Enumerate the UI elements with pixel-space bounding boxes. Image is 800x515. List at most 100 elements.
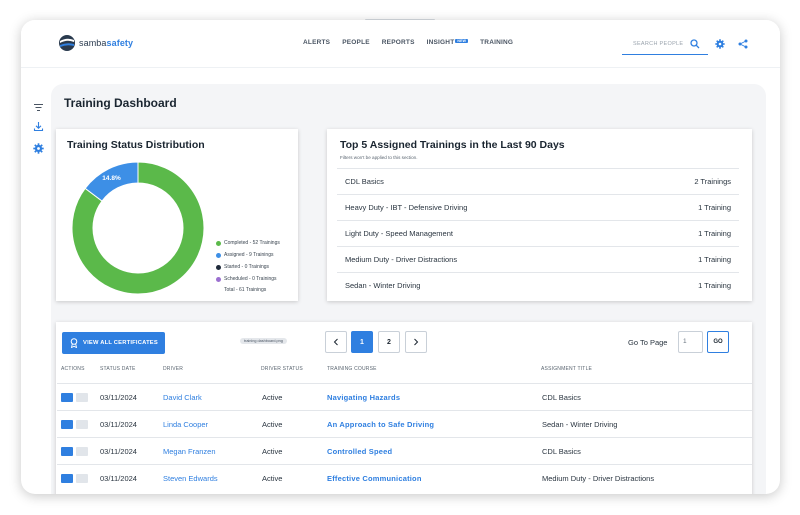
table-row: 03/11/2024 Megan Franzen Active Controll… bbox=[57, 437, 752, 464]
delete-action-icon[interactable] bbox=[76, 420, 88, 429]
col-header-assignment-title: ASSIGNMENT TITLE bbox=[541, 366, 593, 372]
driver-link[interactable]: Steven Edwards bbox=[163, 474, 218, 483]
search-people-field[interactable]: SEARCH PEOPLE bbox=[622, 34, 708, 55]
training-count: 1 Training bbox=[698, 203, 731, 212]
status-card-title: Training Status Distribution bbox=[67, 139, 205, 151]
status-date-cell: 03/11/2024 bbox=[100, 393, 137, 402]
email-action-icon[interactable] bbox=[61, 393, 73, 402]
legend-scheduled: Scheduled - 0 Trainings bbox=[216, 273, 280, 285]
page-title: Training Dashboard bbox=[64, 96, 177, 110]
top5-row: Light Duty - Speed Management 1 Training bbox=[337, 220, 739, 246]
top5-card-title: Top 5 Assigned Trainings in the Last 90 … bbox=[340, 139, 565, 151]
certificates-label: VIEW ALL CERTIFICATES bbox=[83, 340, 158, 346]
top5-row: Sedan - Winter Driving 1 Training bbox=[337, 272, 739, 298]
assignment-title-cell: CDL Basics bbox=[542, 447, 581, 456]
driver-link[interactable]: Megan Franzen bbox=[163, 447, 216, 456]
search-placeholder: SEARCH PEOPLE bbox=[633, 41, 684, 47]
status-donut-chart: 85.2%14.8% bbox=[72, 162, 204, 294]
nav-insight-label: INSIGHT bbox=[426, 39, 455, 46]
brand-name: sambasafety bbox=[79, 38, 134, 48]
driver-link[interactable]: Linda Cooper bbox=[163, 420, 208, 429]
insight-new-badge: NEW bbox=[455, 39, 469, 43]
email-action-icon[interactable] bbox=[61, 474, 73, 483]
top5-row: Medium Duty - Driver Distractions 1 Train… bbox=[337, 246, 739, 272]
training-course-link[interactable]: Controlled Speed bbox=[327, 447, 392, 456]
training-course-link[interactable]: An Approach to Safe Driving bbox=[327, 420, 434, 429]
col-header-status-date: STATUS DATE bbox=[100, 366, 136, 372]
app-window: sambasafety ALERTS PEOPLE REPORTS INSIGH… bbox=[21, 20, 780, 494]
prev-page-button[interactable] bbox=[325, 331, 347, 353]
nav-reports[interactable]: REPORTS bbox=[382, 39, 415, 46]
top-navigation: sambasafety ALERTS PEOPLE REPORTS INSIGH… bbox=[21, 20, 780, 68]
brand-logo[interactable]: sambasafety bbox=[59, 34, 133, 52]
assignment-title-cell: Sedan - Winter Driving bbox=[542, 420, 618, 429]
legend-dot bbox=[216, 264, 221, 270]
driver-status-cell: Active bbox=[262, 474, 283, 483]
driver-status-cell: Active bbox=[262, 447, 283, 456]
training-name: Sedan - Winter Driving bbox=[345, 281, 421, 290]
status-date-cell: 03/11/2024 bbox=[100, 447, 137, 456]
nav-alerts[interactable]: ALERTS bbox=[303, 39, 330, 46]
go-to-page-input[interactable]: 1 bbox=[678, 331, 703, 353]
training-name: CDL Basics bbox=[345, 177, 384, 186]
delete-action-icon[interactable] bbox=[76, 474, 88, 483]
legend-label: Started - 0 Trainings bbox=[224, 264, 270, 270]
email-action-icon[interactable] bbox=[61, 447, 73, 456]
share-icon[interactable] bbox=[738, 39, 748, 49]
training-course-link[interactable]: Navigating Hazards bbox=[327, 393, 400, 402]
legend-dot bbox=[216, 276, 221, 282]
nav-training[interactable]: TRAINING bbox=[480, 39, 513, 46]
donut-label-assigned: 14.8% bbox=[102, 175, 121, 182]
legend-completed: Completed - 52 Trainings bbox=[216, 237, 280, 249]
delete-action-icon[interactable] bbox=[76, 447, 88, 456]
col-header-driver: DRIVER bbox=[163, 366, 184, 372]
page-1-button[interactable]: 1 bbox=[351, 331, 373, 353]
status-date-cell: 03/11/2024 bbox=[100, 474, 137, 483]
legend-label: Assigned - 9 Trainings bbox=[224, 252, 274, 258]
training-course-link[interactable]: Effective Communication bbox=[327, 474, 422, 483]
certificate-icon bbox=[70, 338, 78, 348]
legend-label: Completed - 52 Trainings bbox=[224, 240, 280, 246]
gear-icon[interactable] bbox=[715, 39, 725, 49]
legend-dot bbox=[216, 240, 221, 246]
chevron-left-icon bbox=[333, 338, 338, 346]
status-legend: Completed - 52 Trainings Assigned - 9 Tr… bbox=[216, 237, 280, 293]
samba-logo-icon bbox=[59, 35, 75, 51]
training-count: 1 Training bbox=[698, 281, 731, 290]
table-row: 03/11/2024 David Clark Active Navigating… bbox=[57, 383, 752, 410]
col-header-training-course: TRAINING COURSE bbox=[327, 366, 377, 372]
next-page-button[interactable] bbox=[405, 331, 427, 353]
col-header-driver-status: DRIVER STATUS bbox=[261, 366, 303, 372]
nav-people[interactable]: PEOPLE bbox=[342, 39, 370, 46]
legend-assigned: Assigned - 9 Trainings bbox=[216, 249, 280, 261]
legend-started: Started - 0 Trainings bbox=[216, 261, 280, 273]
training-count: 2 Trainings bbox=[694, 177, 731, 186]
main-nav: ALERTS PEOPLE REPORTS INSIGHT NEW TRAININ… bbox=[303, 39, 513, 46]
settings-gear-icon[interactable] bbox=[33, 143, 44, 154]
top5-row: CDL Basics 2 Trainings bbox=[337, 168, 739, 194]
search-icon[interactable] bbox=[690, 39, 700, 49]
training-name: Heavy Duty - IBT - Defensive Driving bbox=[345, 203, 468, 212]
legend-dot bbox=[216, 252, 221, 258]
training-name: Light Duty - Speed Management bbox=[345, 229, 453, 238]
nav-insight[interactable]: INSIGHT NEW bbox=[427, 39, 469, 46]
legend-total: Total - 61 Trainings bbox=[224, 287, 267, 293]
legend-label: Scheduled - 0 Trainings bbox=[224, 276, 277, 282]
col-header-actions: ACTIONS bbox=[61, 366, 85, 372]
filter-icon[interactable] bbox=[33, 102, 44, 113]
file-name-chip: training dashboard.png bbox=[240, 338, 287, 344]
top5-row: Heavy Duty - IBT - Defensive Driving 1 Tr… bbox=[337, 194, 739, 220]
view-all-certificates-button[interactable]: VIEW ALL CERTIFICATES bbox=[62, 332, 165, 354]
driver-status-cell: Active bbox=[262, 420, 283, 429]
table-row: 03/11/2024 Steven Edwards Active Effecti… bbox=[57, 464, 752, 491]
go-button[interactable]: GO bbox=[707, 331, 729, 353]
email-action-icon[interactable] bbox=[61, 420, 73, 429]
training-count: 1 Training bbox=[698, 255, 731, 264]
assignment-title-cell: Medium Duty - Driver Distractions bbox=[542, 474, 655, 483]
download-icon[interactable] bbox=[33, 121, 44, 132]
driver-link[interactable]: David Clark bbox=[163, 393, 202, 402]
page-2-button[interactable]: 2 bbox=[378, 331, 400, 353]
delete-action-icon[interactable] bbox=[76, 393, 88, 402]
training-count: 1 Training bbox=[698, 229, 731, 238]
go-to-page-label: Go To Page bbox=[628, 338, 668, 347]
